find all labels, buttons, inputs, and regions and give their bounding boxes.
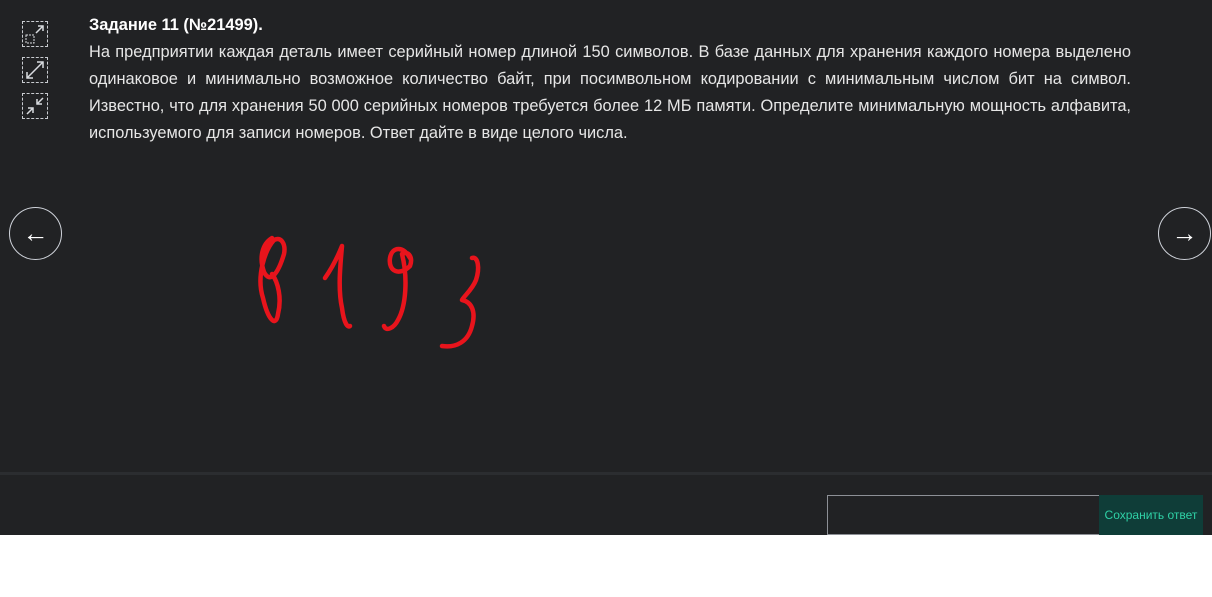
handwritten-answer-8193 xyxy=(258,235,481,349)
task-panel: Задание 11 (№21499). На предприятии кажд… xyxy=(0,0,1212,535)
shrink-icon xyxy=(26,97,44,115)
task-title: Задание 11 (№21499). xyxy=(89,16,263,34)
collapse-expand-icon xyxy=(25,25,44,44)
collapse-expand-button[interactable] xyxy=(22,21,48,47)
next-task-button[interactable]: → xyxy=(1158,207,1211,260)
handwritten-digit-3 xyxy=(439,255,481,349)
expand-button[interactable] xyxy=(22,57,48,83)
handwritten-digit-1 xyxy=(322,243,353,329)
shrink-button[interactable] xyxy=(22,93,48,119)
arrow-right-icon: → xyxy=(1171,218,1198,248)
view-tools xyxy=(22,21,50,129)
handwritten-digit-9 xyxy=(381,246,414,332)
handwritten-digit-8 xyxy=(258,235,287,324)
save-answer-button[interactable]: Сохранить ответ xyxy=(1099,495,1203,535)
answer-input[interactable] xyxy=(827,495,1099,535)
task-text: На предприятии каждая деталь имеет серий… xyxy=(89,43,1131,142)
expand-icon xyxy=(26,61,44,79)
prev-task-button[interactable]: ← xyxy=(9,207,62,260)
footer-divider xyxy=(0,472,1212,475)
arrow-left-icon: ← xyxy=(22,218,49,248)
task-content: Задание 11 (№21499). На предприятии кажд… xyxy=(89,12,1131,147)
